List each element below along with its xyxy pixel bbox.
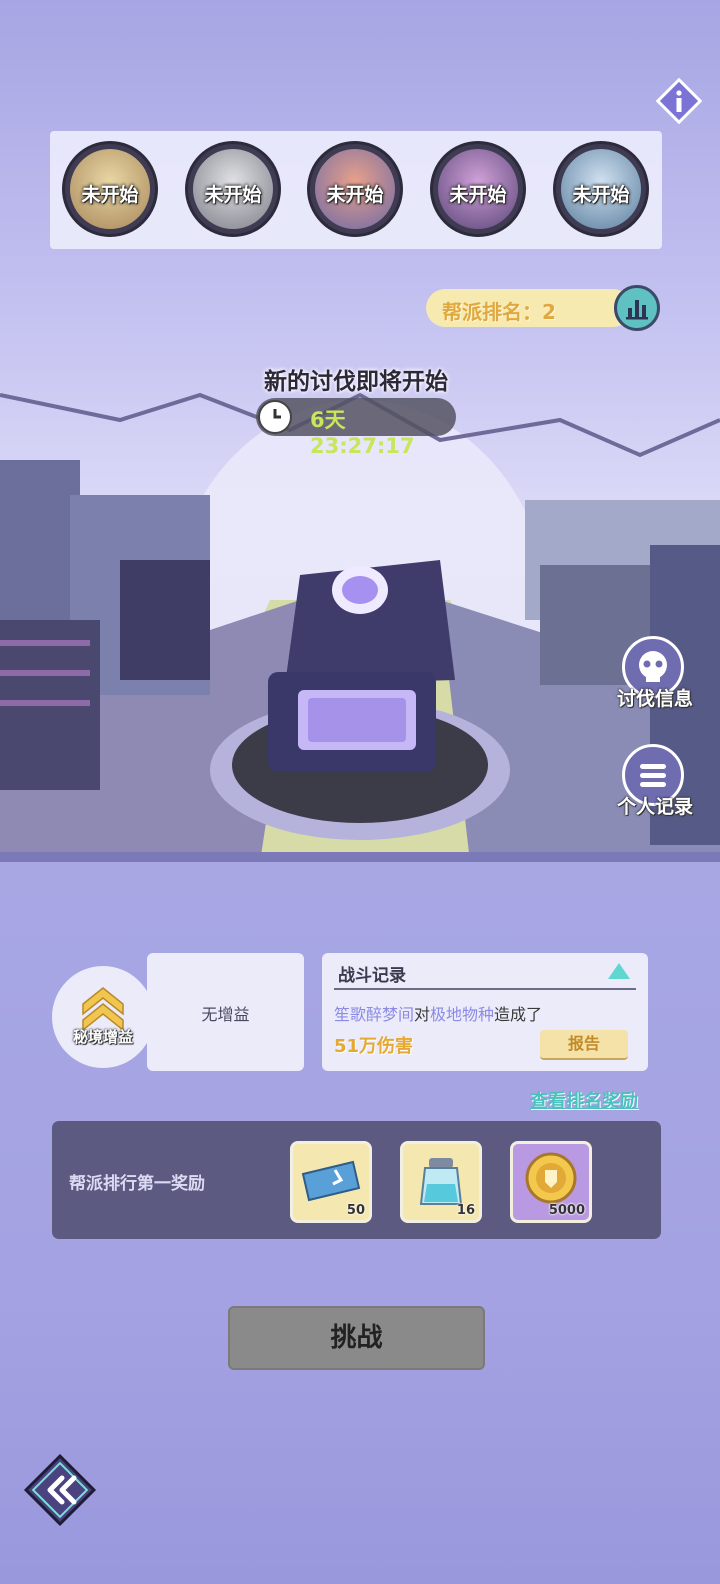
challenge-button[interactable]: 挑战 — [228, 1306, 485, 1370]
boss-portrait-5[interactable]: 未开始 — [553, 141, 649, 237]
reward-item-coin[interactable]: 5000 — [510, 1141, 592, 1223]
reward-panel: 帮派排行第一奖励 50 16 5000 — [52, 1121, 661, 1239]
report-button[interactable]: 报告 — [540, 1030, 628, 1060]
boss-status: 未开始 — [572, 184, 630, 206]
boss-status: 未开始 — [204, 184, 262, 206]
countdown-pill: 6天 23:27:17 — [256, 398, 456, 458]
realm-buff-button[interactable]: 秘境增益 — [52, 966, 154, 1068]
boss-status: 未开始 — [326, 184, 384, 206]
personal-record-label: 个人记录 — [616, 796, 693, 818]
back-double-chevron-icon[interactable] — [22, 1452, 98, 1528]
battle-verb: 对 — [414, 1005, 431, 1024]
buff-status-box: 无增益 — [147, 953, 304, 1071]
countdown-text: 6天 23:27:17 — [310, 408, 415, 458]
buff-status-text: 无增益 — [201, 1005, 250, 1024]
reward-title: 帮派排行第一奖励 — [69, 1174, 205, 1194]
view-rank-rewards-link[interactable]: 查看排名奖励 — [530, 1087, 638, 1113]
damage-text: 51万伤害 — [334, 1036, 414, 1057]
monster-name: 极地物种 — [430, 1005, 495, 1024]
scene-divider — [0, 852, 720, 862]
guild-rank-label: 帮派排名：2 — [442, 300, 556, 324]
boss-portrait-4[interactable]: 未开始 — [430, 141, 526, 237]
realm-buff-label: 秘境增益 — [72, 1028, 133, 1046]
battle-scene: 未开始 未开始 未开始 未开始 未开始 帮派排名：2 新的讨伐即将开始 6天 2… — [0, 0, 720, 862]
item-quantity: 50 — [346, 1203, 365, 1218]
boss-status: 未开始 — [449, 184, 507, 206]
guild-rank-pill: 帮派排名：2 — [426, 289, 632, 327]
hunt-info-button[interactable]: 讨伐信息 — [612, 636, 704, 736]
collapse-triangle-icon[interactable] — [608, 963, 630, 979]
boss-portrait-1[interactable]: 未开始 — [62, 141, 158, 237]
battle-record-panel: 战斗记录 笙歌醉梦间对极地物种造成了 51万伤害 报告 — [322, 953, 648, 1071]
info-icon[interactable] — [656, 78, 702, 124]
hunt-info-label: 讨伐信息 — [616, 688, 693, 710]
boss-portrait-3[interactable]: 未开始 — [307, 141, 403, 237]
ranking-chart-icon[interactable] — [614, 285, 660, 331]
hunt-headline: 新的讨伐即将开始 — [264, 369, 448, 395]
reward-item-ticket[interactable]: 50 — [290, 1141, 372, 1223]
boss-status: 未开始 — [81, 184, 139, 206]
reward-item-potion[interactable]: 16 — [400, 1141, 482, 1223]
battle-suffix: 造成了 — [494, 1005, 543, 1024]
boss-selector: 未开始 未开始 未开始 未开始 未开始 — [50, 131, 662, 249]
boss-portrait-2[interactable]: 未开始 — [185, 141, 281, 237]
personal-record-button[interactable]: 个人记录 — [612, 744, 704, 844]
battle-record-line: 笙歌醉梦间对极地物种造成了 — [334, 1001, 542, 1025]
item-quantity: 5000 — [548, 1203, 585, 1218]
battle-record-title: 战斗记录 — [338, 966, 406, 986]
clock-icon — [258, 400, 292, 434]
item-quantity: 16 — [456, 1203, 475, 1218]
player-name: 笙歌醉梦间 — [334, 1005, 415, 1024]
divider — [334, 988, 636, 990]
